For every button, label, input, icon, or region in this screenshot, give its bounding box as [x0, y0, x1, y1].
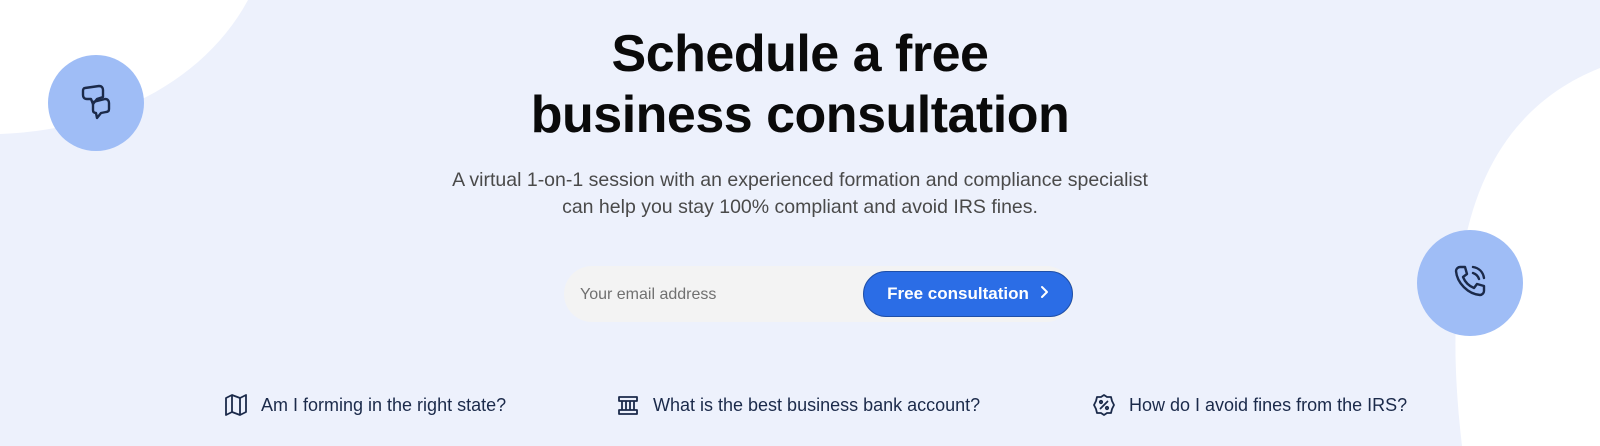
faq-label: What is the best business bank account? [653, 394, 981, 415]
subtitle-line-2: can help you stay 100% compliant and avo… [562, 196, 1038, 218]
phone-circle [1417, 230, 1523, 336]
headline-line-2: business consultation [530, 86, 1070, 144]
faq-link-bank-account[interactable]: What is the best business bank account? [616, 392, 980, 418]
page-subtitle: A virtual 1-on-1 session with an experie… [0, 167, 1600, 221]
faq-label: Am I forming in the right state? [261, 394, 507, 415]
chevron-right-icon [1039, 285, 1049, 303]
faq-label: How do I avoid fines from the IRS? [1129, 394, 1408, 415]
subtitle-line-1: A virtual 1-on-1 session with an experie… [452, 169, 1148, 191]
headline-line-1: Schedule a free [611, 25, 989, 83]
phone-call-icon [1450, 261, 1490, 306]
faq-link-right-state[interactable]: Am I forming in the right state? [224, 392, 506, 418]
percent-badge-icon [1092, 393, 1116, 417]
page-headline: Schedule a free business consultation [0, 24, 1600, 146]
email-input[interactable] [578, 274, 842, 316]
faq-link-irs-fines[interactable]: How do I avoid fines from the IRS? [1092, 392, 1407, 418]
free-consultation-label: Free consultation [887, 284, 1029, 303]
free-consultation-button[interactable]: Free consultation [863, 271, 1073, 317]
bank-icon [616, 393, 640, 417]
consultation-form: Free consultation [564, 266, 1074, 322]
map-icon [224, 393, 248, 417]
